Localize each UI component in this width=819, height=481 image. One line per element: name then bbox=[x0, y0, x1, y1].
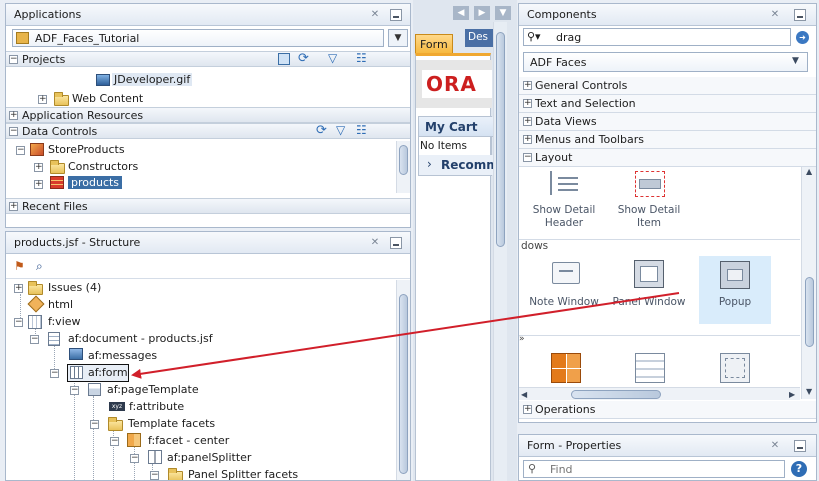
arrow-line bbox=[131, 292, 680, 379]
drag-arrow-annotation bbox=[131, 292, 680, 379]
